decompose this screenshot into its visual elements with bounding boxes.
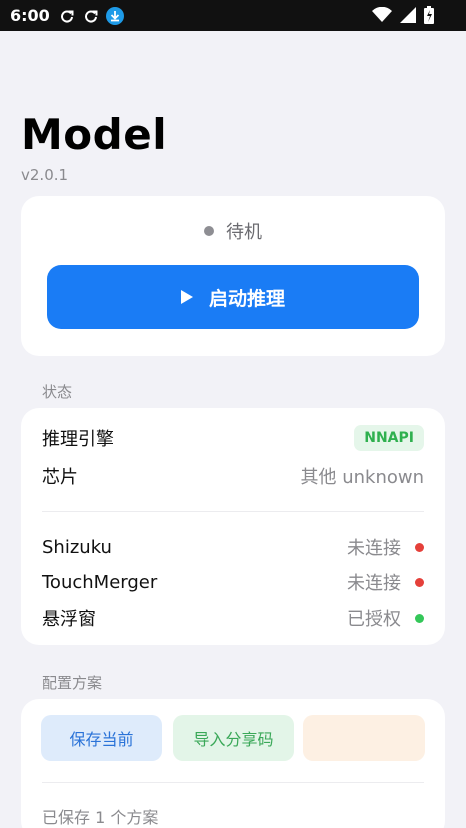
row-key: 推理引擎: [42, 429, 114, 450]
save-current-button[interactable]: 保存当前: [41, 715, 162, 761]
state-dot-icon: [204, 226, 214, 236]
row-value: 其他 unknown: [300, 467, 424, 488]
row-value: 未连接: [347, 534, 424, 560]
sync-icon: [58, 7, 76, 25]
config-section-label: 配置方案: [42, 674, 103, 692]
status-row-touchmerger: TouchMerger 未连接: [42, 567, 424, 597]
status-row-engine: 推理引擎 NNAPI: [42, 423, 424, 453]
status-row-chip: 芯片 其他 unknown: [42, 461, 424, 491]
start-inference-button[interactable]: 启动推理: [47, 265, 419, 329]
status-icons: [372, 6, 434, 28]
status-section-label: 状态: [42, 383, 73, 401]
sync-icon: [82, 7, 100, 25]
state-text: 待机: [226, 222, 262, 243]
import-share-code-button[interactable]: 导入分享码: [173, 715, 294, 761]
engine-badge: NNAPI: [354, 425, 424, 451]
status-dot-icon: [415, 542, 424, 552]
engine-state: 待机: [21, 218, 445, 244]
play-icon: [180, 290, 193, 304]
row-key: Shizuku: [42, 536, 112, 558]
row-key: 芯片: [42, 467, 78, 488]
status-dot-icon: [415, 577, 424, 587]
status-row-shizuku: Shizuku 未连接: [42, 532, 424, 562]
row-value: 未连接: [347, 569, 424, 595]
signal-icon: [400, 7, 416, 27]
page-title: Model: [21, 110, 168, 159]
row-key: TouchMerger: [42, 571, 158, 593]
status-card: 推理引擎 NNAPI 芯片 其他 unknown Shizuku 未连接 Tou…: [21, 408, 445, 645]
saved-count-text: 已保存 1 个方案: [42, 808, 159, 827]
row-value: 已授权: [347, 605, 424, 631]
row-value-text: 未连接: [347, 538, 401, 559]
control-card: 待机 启动推理: [21, 196, 445, 356]
row-value-text: 未连接: [347, 573, 401, 594]
status-row-overlay: 悬浮窗 已授权: [42, 603, 424, 633]
divider: [42, 511, 424, 512]
status-time: 6:00: [10, 6, 50, 25]
start-inference-label: 启动推理: [208, 287, 285, 310]
row-key: 悬浮窗: [42, 609, 96, 630]
config-action-button[interactable]: [303, 715, 425, 761]
wifi-icon: [372, 6, 392, 27]
battery-icon: [424, 6, 434, 28]
download-icon: [105, 6, 124, 25]
divider: [42, 782, 424, 783]
row-value-text: 已授权: [347, 609, 401, 630]
config-card: 保存当前 导入分享码 已保存 1 个方案: [21, 699, 445, 828]
status-dot-icon: [415, 613, 424, 623]
app-version: v2.0.1: [21, 166, 69, 184]
status-bar: 6:00: [0, 0, 466, 31]
